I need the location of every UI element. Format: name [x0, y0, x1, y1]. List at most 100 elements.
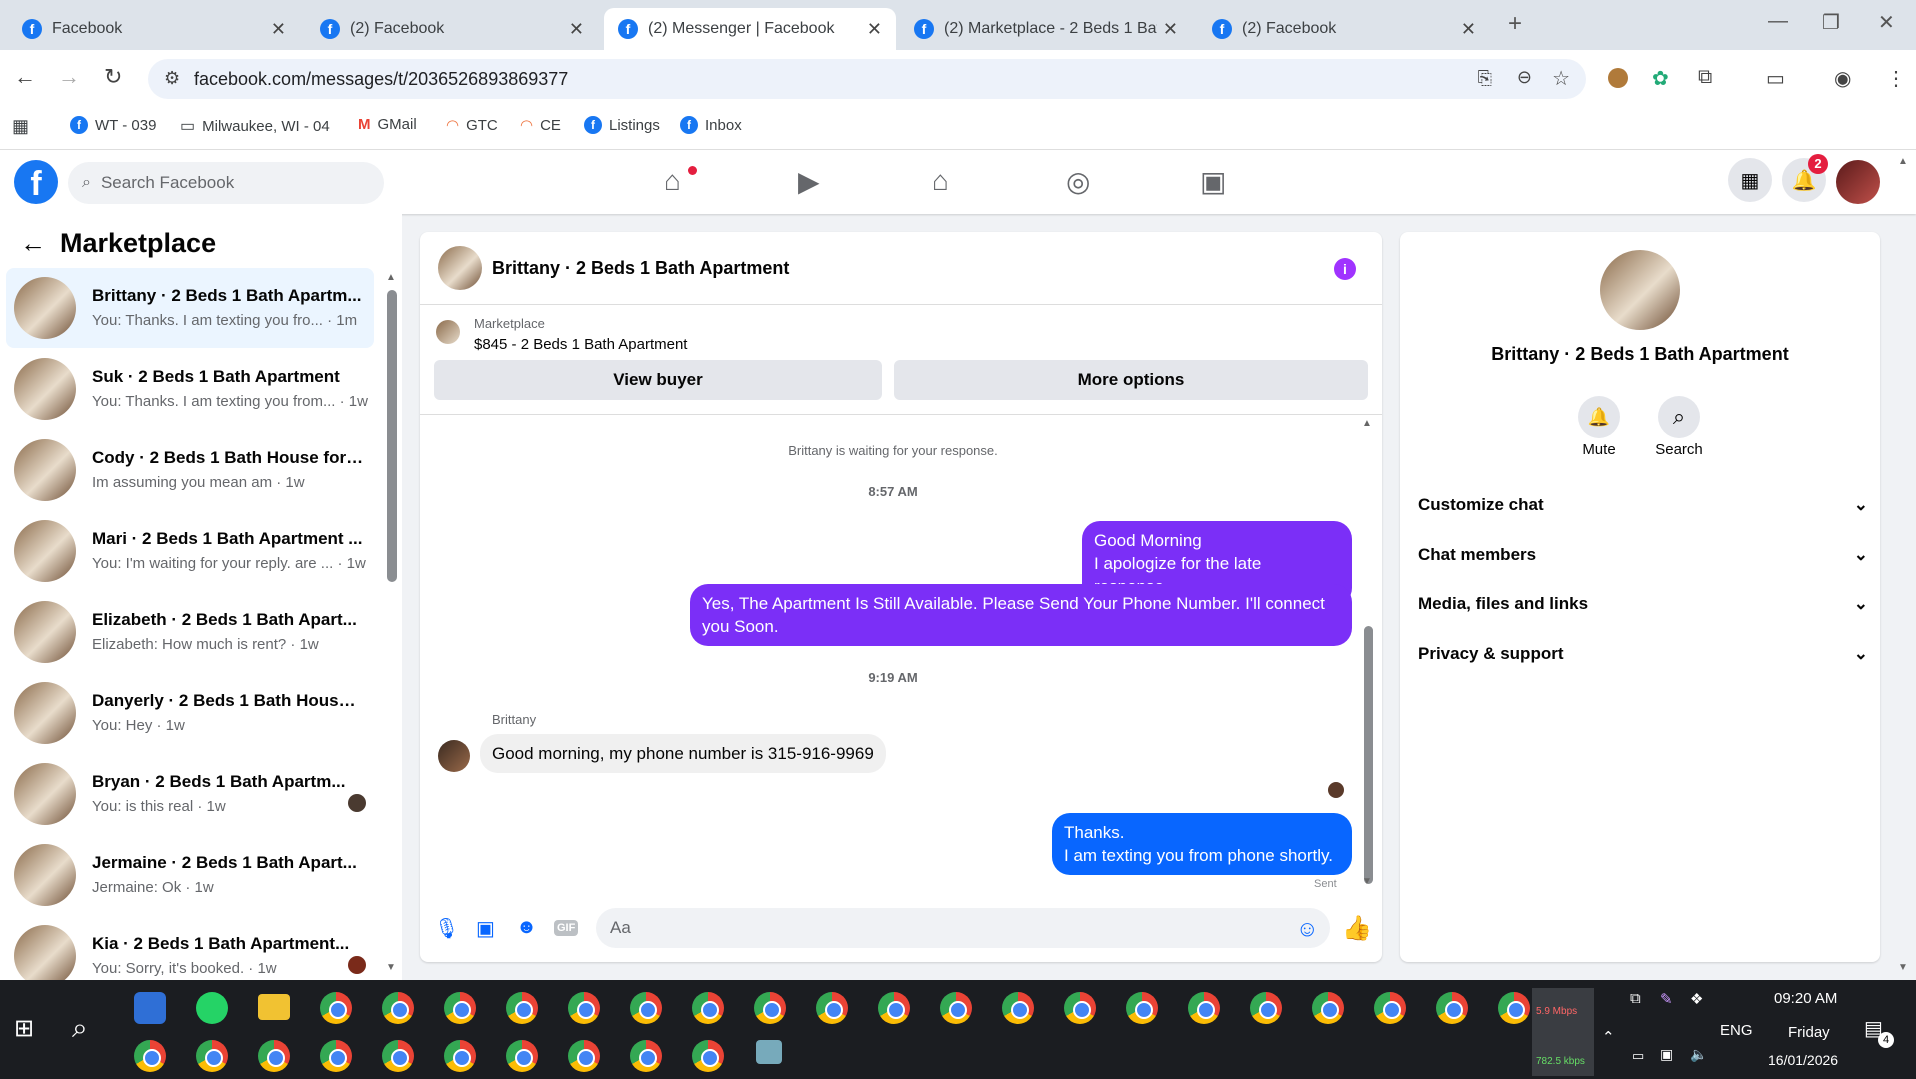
chrome-window-icon[interactable] — [816, 992, 848, 1024]
photo-icon[interactable]: ▣ — [476, 916, 495, 941]
search-facebook-input[interactable]: ⌕ Search Facebook — [68, 162, 384, 204]
chrome-window-icon[interactable] — [444, 1040, 476, 1072]
chrome-window-icon[interactable] — [382, 992, 414, 1024]
close-window-icon[interactable]: ✕ — [1878, 10, 1895, 35]
view-buyer-button[interactable]: View buyer — [434, 360, 882, 400]
profile-avatar[interactable] — [1600, 250, 1680, 330]
mute-button[interactable]: 🔔 — [1578, 396, 1620, 438]
dropbox-icon[interactable]: ❖ — [1690, 990, 1703, 1008]
browser-tab[interactable]: f (2) Facebook ✕ — [1198, 8, 1490, 50]
conversation-item[interactable]: Danyerly · 2 Beds 1 Bath House f... You:… — [6, 673, 374, 753]
groups-icon[interactable]: ◎ — [1066, 165, 1090, 198]
browser-tab[interactable]: f (2) Marketplace - 2 Beds 1 Bath ✕ — [900, 8, 1192, 50]
profile-icon[interactable]: ◉ — [1834, 66, 1851, 91]
chrome-window-icon[interactable] — [568, 1040, 600, 1072]
account-avatar[interactable] — [1836, 160, 1880, 204]
bookmark-item[interactable]: f Inbox — [680, 116, 742, 134]
scroll-down-arrow-icon[interactable]: ▼ — [1362, 876, 1372, 887]
chrome-window-icon[interactable] — [444, 992, 476, 1024]
pen-icon[interactable]: ✎ — [1660, 990, 1673, 1008]
meet-app-icon[interactable] — [134, 992, 166, 1024]
browser-tab[interactable]: f (2) Facebook ✕ — [306, 8, 598, 50]
clock-day[interactable]: Friday — [1788, 1024, 1830, 1041]
section-customize-chat[interactable]: Customize chat ⌄ — [1418, 495, 1868, 515]
chrome-window-icon[interactable] — [878, 992, 910, 1024]
more-options-button[interactable]: More options — [894, 360, 1368, 400]
back-arrow-icon[interactable]: ← — [20, 228, 46, 259]
message-input[interactable]: Aa — [596, 908, 1330, 948]
marketplace-icon[interactable]: ⌂ — [932, 165, 949, 197]
menu-grid-button[interactable]: ▦ — [1728, 158, 1772, 202]
chrome-window-icon[interactable] — [754, 992, 786, 1024]
reload-icon[interactable]: ↻ — [104, 64, 122, 90]
tray-icon[interactable]: ⧉ — [1630, 990, 1641, 1007]
chrome-window-icon[interactable] — [692, 992, 724, 1024]
facebook-logo-icon[interactable]: f — [14, 160, 58, 204]
chrome-window-icon[interactable] — [1498, 992, 1530, 1024]
scroll-up-arrow-icon[interactable]: ▲ — [1362, 418, 1372, 429]
whatsapp-icon[interactable] — [196, 992, 228, 1024]
chrome-window-icon[interactable] — [320, 1040, 352, 1072]
section-chat-members[interactable]: Chat members ⌄ — [1418, 545, 1868, 565]
section-media-files-links[interactable]: Media, files and links ⌄ — [1418, 594, 1868, 614]
search-icon[interactable]: ⌕ — [72, 1012, 88, 1045]
close-tab-icon[interactable]: ✕ — [569, 19, 584, 40]
bookmark-item[interactable]: ◠ GTC — [446, 116, 498, 135]
file-explorer-icon[interactable] — [258, 994, 290, 1020]
bookmark-item[interactable]: M GMail — [358, 116, 417, 133]
chrome-window-icon[interactable] — [568, 992, 600, 1024]
close-tab-icon[interactable]: ✕ — [271, 19, 286, 40]
bookmark-item[interactable]: f WT - 039 — [70, 116, 156, 134]
bookmark-item[interactable]: f Listings — [584, 116, 660, 134]
browser-tab[interactable]: f Facebook ✕ — [8, 8, 300, 50]
chrome-window-icon[interactable] — [1188, 992, 1220, 1024]
microphone-icon[interactable]: 🎙 — [434, 916, 459, 941]
chat-title[interactable]: Brittany · 2 Beds 1 Bath Apartment — [492, 258, 789, 279]
chrome-window-icon[interactable] — [1374, 992, 1406, 1024]
clock-time[interactable]: 09:20 AM — [1774, 990, 1837, 1007]
bookmark-star-icon[interactable]: ☆ — [1552, 66, 1570, 91]
new-tab-button[interactable]: + — [1508, 10, 1522, 38]
extension-icon[interactable]: ✿ — [1652, 66, 1669, 91]
forward-icon[interactable]: → — [58, 64, 80, 90]
language-indicator[interactable]: ENG — [1720, 1022, 1753, 1039]
browser-tab-active[interactable]: f (2) Messenger | Facebook ✕ — [604, 8, 896, 50]
chrome-window-icon[interactable] — [1064, 992, 1096, 1024]
close-tab-icon[interactable]: ✕ — [867, 19, 882, 40]
apps-grid-icon[interactable]: ▦ — [12, 116, 29, 137]
chrome-window-icon[interactable] — [196, 1040, 228, 1072]
chrome-window-icon[interactable] — [630, 992, 662, 1024]
chrome-window-icon[interactable] — [506, 1040, 538, 1072]
home-icon[interactable]: ⌂ — [664, 165, 681, 197]
chrome-window-icon[interactable] — [258, 1040, 290, 1072]
search-conversation-button[interactable]: ⌕ — [1658, 396, 1700, 438]
sidebar-scrollbar-thumb[interactable] — [387, 290, 397, 582]
chrome-window-icon[interactable] — [1312, 992, 1344, 1024]
chrome-window-icon[interactable] — [630, 1040, 662, 1072]
chrome-window-icon[interactable] — [320, 992, 352, 1024]
conversation-item[interactable]: Brittany · 2 Beds 1 Bath Apartm... You: … — [6, 268, 374, 348]
conversation-item[interactable]: Kia · 2 Beds 1 Bath Apartment... You: So… — [6, 916, 374, 980]
network-icon[interactable]: ▣ — [1660, 1046, 1673, 1063]
chrome-window-icon[interactable] — [1126, 992, 1158, 1024]
show-hidden-icons-chevron[interactable]: ⌃ — [1602, 1028, 1615, 1046]
browser-menu-icon[interactable]: ⋮ — [1886, 66, 1906, 91]
volume-icon[interactable]: 🔈 — [1690, 1046, 1707, 1063]
close-tab-icon[interactable]: ✕ — [1163, 19, 1178, 40]
conversation-item[interactable]: Elizabeth · 2 Beds 1 Bath Apart... Eliza… — [6, 592, 374, 672]
page-scroll-down-icon[interactable]: ▼ — [1898, 962, 1908, 973]
conversation-item[interactable]: Jermaine · 2 Beds 1 Bath Apart... Jermai… — [6, 835, 374, 915]
address-bar[interactable]: ⚙ facebook.com/messages/t/20365268938693… — [148, 59, 1586, 99]
chrome-window-icon[interactable] — [382, 1040, 414, 1072]
chrome-window-icon[interactable] — [940, 992, 972, 1024]
bookmark-folder[interactable]: ▭ Milwaukee, WI - 04 — [180, 116, 330, 136]
chat-scrollbar-thumb[interactable] — [1364, 626, 1373, 884]
chrome-window-icon[interactable] — [1002, 992, 1034, 1024]
emoji-icon[interactable]: ☺ — [1296, 916, 1318, 942]
listing-title[interactable]: $845 - 2 Beds 1 Bath Apartment — [474, 336, 687, 353]
chrome-window-icon[interactable] — [1250, 992, 1282, 1024]
conversation-item[interactable]: Suk · 2 Beds 1 Bath Apartment You: Thank… — [6, 349, 374, 429]
back-icon[interactable]: ← — [14, 64, 36, 90]
chat-avatar[interactable] — [438, 246, 482, 290]
chrome-window-icon[interactable] — [506, 992, 538, 1024]
